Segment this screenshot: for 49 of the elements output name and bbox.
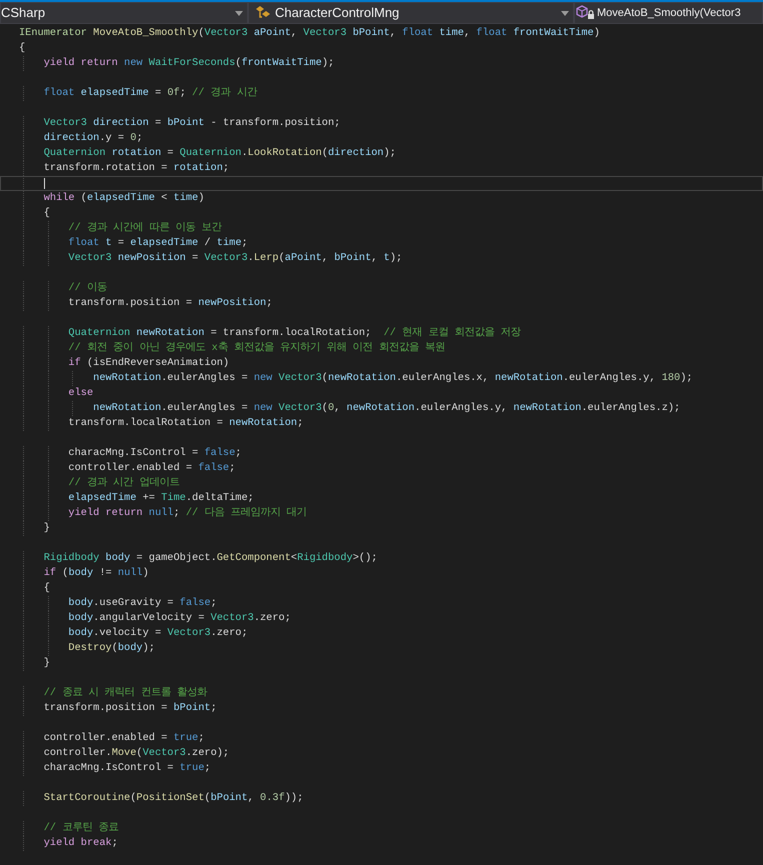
code-line: Vector3 direction = bPoint - transform.position; (42, 116, 340, 131)
code-line: // 종료 시 캐릭터 컨트롤 활성화 (42, 686, 207, 701)
code-line: transform.localRotation = newRotation; (67, 416, 304, 431)
code-line: } (42, 656, 50, 671)
code-line: // 경과 시간 업데이트 (67, 476, 180, 491)
code-line: direction.y = 0; (42, 131, 143, 146)
code-line: Vector3 newPosition = Vector3.Lerp(aPoint, bPoint, t); (67, 251, 402, 266)
code-line: } (42, 521, 50, 536)
code-line: controller.enabled = false; (67, 461, 236, 476)
code-line: float elapsedTime = 0f; // 경과 시간 (42, 86, 257, 101)
code-line: controller.Move(Vector3.zero); (42, 746, 230, 761)
navigation-dropdown[interactable]: MoveAtoB_Smoothly(Vector3 (574, 2, 763, 24)
code-line: if (isEndReverseAnimation) (67, 356, 230, 371)
code-line: Destroy(body); (67, 641, 155, 656)
code-line: body.angularVelocity = Vector3.zero; (67, 611, 291, 626)
code-line: while (elapsedTime < time) (42, 191, 204, 206)
method-lock-icon (576, 5, 596, 21)
code-line: characMng.IsControl = true; (42, 761, 211, 776)
code-line: // 코루틴 종료 (42, 821, 118, 836)
code-line: Quaternion newRotation = transform.localRotation; // 현재 로컬 회전값을 저장 (67, 326, 521, 341)
code-line: yield return null; // 다음 프레임까지 대기 (67, 506, 307, 521)
code-line: characMng.IsControl = false; (67, 446, 242, 461)
code-line: { (18, 41, 26, 56)
code-line: { (42, 206, 50, 221)
code-line: // 회전 중이 아닌 경우에도 x축 회전값을 유지하기 위해 이전 회전값을 복원 (67, 341, 445, 356)
text-cursor (44, 178, 45, 189)
code-line: transform.position = newPosition; (67, 296, 272, 311)
code-line: float t = elapsedTime / time; (67, 236, 248, 251)
code-line: Quaternion rotation = Quaternion.LookRotation(direction); (42, 146, 396, 161)
code-line: { (42, 581, 50, 596)
code-line: else (67, 386, 94, 401)
code-line: Rigidbody body = gameObject.GetComponent<Rigidbody>(); (42, 551, 378, 566)
code-line: // 이동 (67, 281, 107, 296)
code-line: newRotation.eulerAngles = new Vector3(newRotation.eulerAngles.x, newRotation.eulerAngles.y, 180); (92, 371, 693, 386)
navigation-dropdown[interactable]: CharacterControlMng (248, 2, 574, 24)
code-line: transform.rotation = rotation; (42, 161, 230, 176)
code-line: // 경과 시간에 따른 이동 보간 (67, 221, 222, 236)
code-line: body.velocity = Vector3.zero; (67, 626, 248, 641)
code-line: if (body != null) (42, 566, 149, 581)
code-line: newRotation.eulerAngles = new Vector3(0, newRotation.eulerAngles.y, newRotation.eulerAngles.z); (92, 401, 680, 416)
code-line: IEnumerator MoveAtoB_Smoothly(Vector3 aPoint, Vector3 bPoint, float time, float frontWaitTime) (18, 26, 600, 41)
code-line: transform.position = bPoint; (42, 701, 217, 716)
code-line: yield return new WaitForSeconds(frontWaitTime); (42, 56, 334, 71)
code-line: body.useGravity = false; (67, 596, 217, 611)
code-line: controller.enabled = true; (42, 731, 204, 746)
code-line: elapsedTime += Time.deltaTime; (67, 491, 254, 506)
code-line: StartCoroutine(PositionSet(bPoint, 0.3f)); (42, 791, 304, 806)
code-line: yield break; (42, 836, 118, 851)
navigation-dropdown[interactable]: CSharp (0, 2, 248, 24)
